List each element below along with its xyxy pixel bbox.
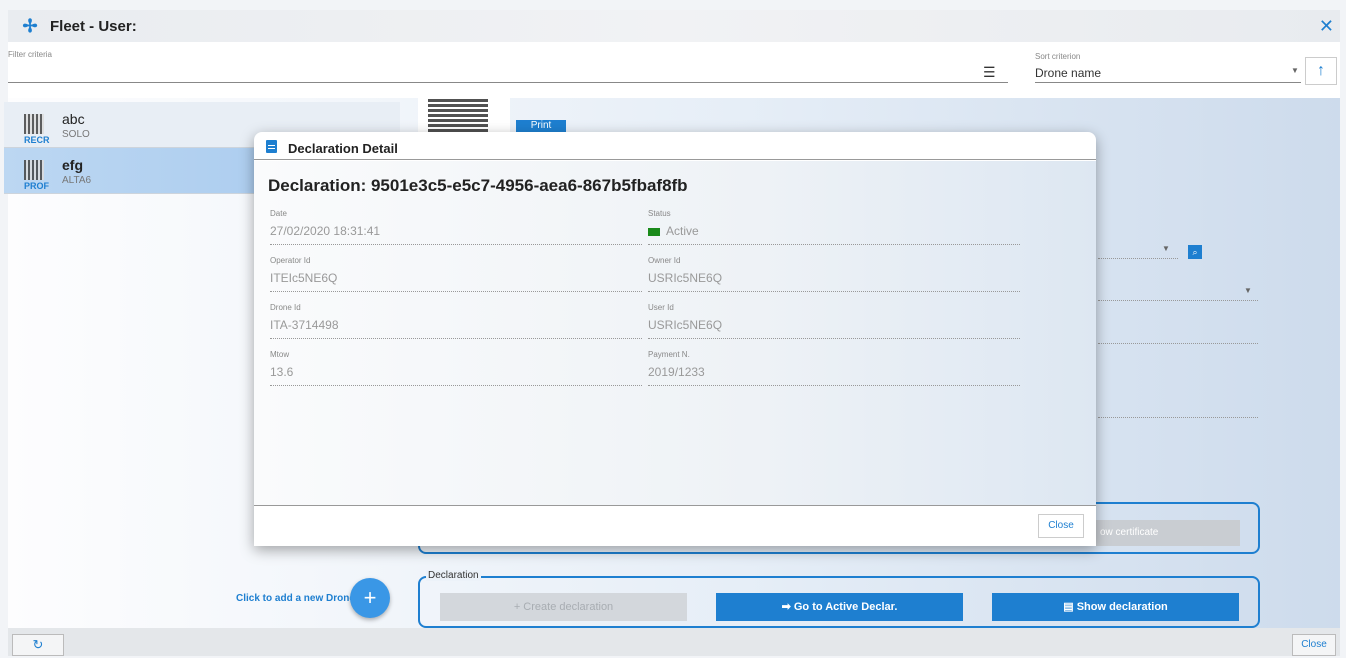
status-indicator-icon: [648, 227, 660, 236]
drone-qr-code: [418, 96, 510, 134]
field-label: User Id: [648, 303, 674, 312]
fan-icon: ✢: [22, 16, 38, 36]
chevron-down-icon[interactable]: ▼: [1244, 286, 1252, 295]
title-bar: ✢ Fleet - User: ✕: [8, 10, 1340, 42]
field-label: Date: [270, 209, 287, 218]
background-field[interactable]: [1098, 300, 1258, 301]
field-value: ITA-3714498: [270, 318, 339, 332]
field-drone-id: Drone Id ITA-3714498: [270, 303, 642, 339]
show-declaration-label: Show declaration: [1076, 601, 1168, 613]
drone-model: SOLO: [62, 129, 90, 140]
filter-criteria-input[interactable]: [8, 82, 1008, 83]
sort-criterion-select[interactable]: Drone name: [1035, 66, 1101, 80]
field-label: Drone Id: [270, 303, 301, 312]
declaration-legend: Declaration: [426, 570, 481, 581]
drone-category-badge: PROF: [24, 181, 50, 191]
field-label: Owner Id: [648, 256, 681, 265]
declaration-heading: Declaration: 9501e3c5-e5c7-4956-aea6-867…: [268, 176, 688, 195]
dialog-header: Declaration Detail: [254, 132, 1096, 160]
field-value: USRIc5NE6Q: [648, 318, 723, 332]
drone-name: abc: [62, 111, 85, 127]
drone-name: efg: [62, 157, 83, 173]
search-icon[interactable]: ⌕: [1188, 245, 1202, 259]
field-date: Date 27/02/2020 18:31:41: [270, 209, 642, 245]
qr-code-icon: [24, 114, 44, 134]
chevron-down-icon[interactable]: ▼: [1162, 244, 1170, 253]
document-icon: ▤: [1063, 601, 1077, 613]
field-label: Mtow: [270, 350, 290, 359]
field-label: Payment N.: [648, 350, 690, 359]
filter-bar: Filter criteria ☰ Sort criterion Drone n…: [8, 42, 1340, 98]
close-icon[interactable]: ✕: [1319, 16, 1334, 37]
dialog-close-button[interactable]: Close: [1038, 514, 1084, 538]
field-user-id: User Id USRIc5NE6Q: [648, 303, 1020, 339]
bottom-bar: ↻ Close: [8, 628, 1340, 656]
drone-model: ALTA6: [62, 175, 92, 186]
field-operator-id: Operator Id ITEIc5NE6Q: [270, 256, 642, 292]
window-title: Fleet - User:: [50, 17, 137, 35]
background-field[interactable]: [1098, 258, 1178, 259]
field-owner-id: Owner Id USRIc5NE6Q: [648, 256, 1020, 292]
field-label: Operator Id: [270, 256, 311, 265]
field-value: 2019/1233: [648, 365, 705, 379]
field-value: Active: [648, 224, 699, 238]
go-to-active-declaration-button[interactable]: ➡ Go to Active Declar.: [716, 593, 963, 621]
field-status: Status Active: [648, 209, 1020, 245]
sort-direction-button[interactable]: ↑: [1305, 57, 1337, 85]
qr-code-icon: [24, 160, 44, 180]
status-text: Active: [666, 224, 699, 238]
dialog-title: Declaration Detail: [288, 141, 398, 156]
field-label: Status: [648, 209, 671, 218]
document-icon: [266, 140, 277, 153]
field-value: USRIc5NE6Q: [648, 271, 723, 285]
field-mtow: Mtow 13.6: [270, 350, 642, 386]
dialog-footer: Close: [254, 505, 1096, 546]
refresh-button[interactable]: ↻: [12, 634, 64, 656]
field-value: 27/02/2020 18:31:41: [270, 224, 381, 238]
filter-criteria-label: Filter criteria: [8, 50, 53, 59]
background-field[interactable]: [1098, 343, 1258, 344]
filter-icon[interactable]: ☰: [983, 64, 996, 81]
drone-category-badge: RECR: [24, 135, 50, 145]
sort-criterion-label: Sort criterion: [1035, 52, 1081, 61]
field-payment-number: Payment N. 2019/1233: [648, 350, 1020, 386]
add-drone-hint: Click to add a new Drone.: [236, 593, 358, 604]
dialog-body: Declaration: 9501e3c5-e5c7-4956-aea6-867…: [254, 161, 1096, 505]
declaration-detail-dialog: Declaration Detail Declaration: 9501e3c5…: [254, 132, 1096, 546]
field-value: ITEIc5NE6Q: [270, 271, 338, 285]
create-declaration-button[interactable]: + Create declaration: [440, 593, 687, 621]
chevron-down-icon[interactable]: ▼: [1291, 66, 1299, 75]
close-button[interactable]: Close: [1292, 634, 1336, 656]
background-field[interactable]: [1098, 417, 1258, 418]
add-drone-button[interactable]: +: [350, 578, 390, 618]
field-value: 13.6: [270, 365, 294, 379]
sort-criterion-underline: [1035, 82, 1301, 83]
show-certificate-button[interactable]: ow certificate: [1092, 520, 1240, 546]
show-declaration-button[interactable]: ▤ Show declaration: [992, 593, 1239, 621]
